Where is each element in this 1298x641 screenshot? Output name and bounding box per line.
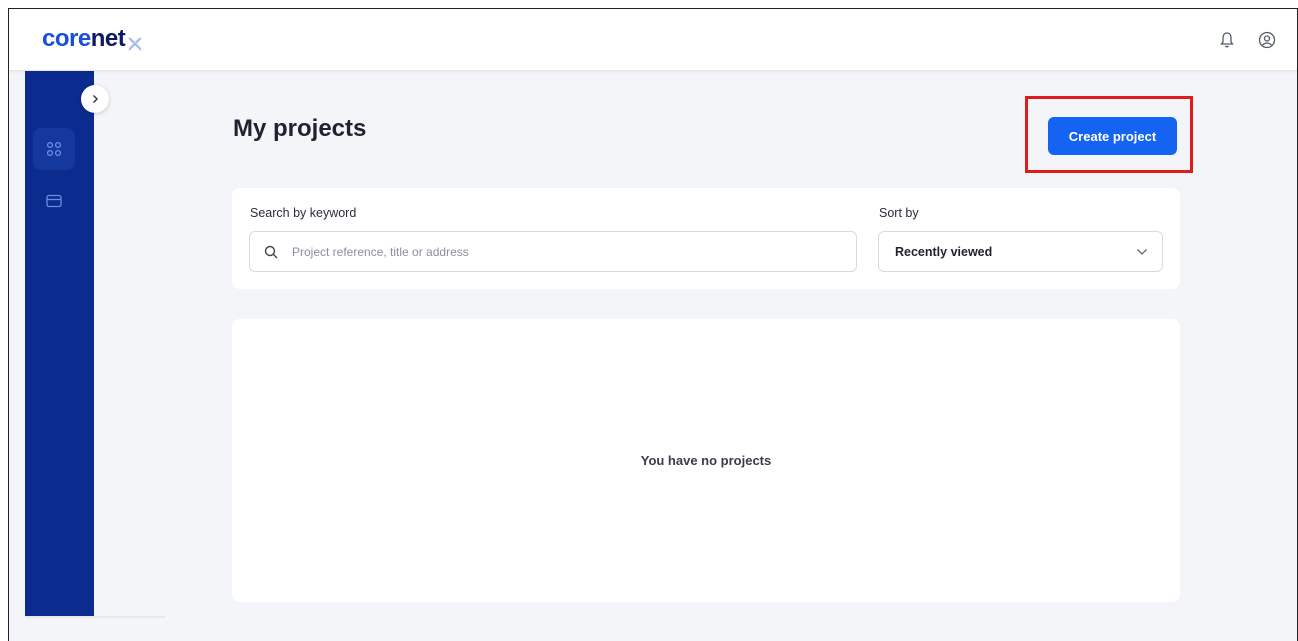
projects-list-empty-state: You have no projects — [232, 319, 1180, 602]
sidebar-toggle-button[interactable] — [81, 85, 109, 113]
bell-icon[interactable] — [1216, 29, 1238, 51]
search-icon — [264, 245, 278, 258]
sidebar-item-payments[interactable] — [33, 180, 75, 222]
top-bar: core net — [9, 9, 1297, 71]
user-circle-icon[interactable] — [1256, 29, 1278, 51]
page-title: My projects — [233, 115, 367, 142]
search-label: Search by keyword — [250, 206, 357, 220]
card-icon — [46, 194, 62, 208]
corenet-logo[interactable]: core net — [42, 25, 143, 53]
grid-icon — [46, 141, 62, 157]
sidebar-bottom-divider — [25, 616, 165, 618]
logo-text-net: net — [90, 25, 126, 52]
sort-select-value: Recently viewed — [895, 244, 993, 259]
search-input[interactable] — [292, 244, 832, 259]
app-window: core net My projects Create project Sear… — [8, 8, 1298, 641]
filter-card: Search by keyword Sort by Recently viewe… — [232, 188, 1180, 289]
chevron-down-icon — [1137, 248, 1147, 255]
sort-select[interactable]: Recently viewed — [878, 231, 1163, 272]
logo-x-mark-icon — [127, 31, 143, 51]
sidebar-item-projects[interactable] — [33, 128, 75, 170]
search-field[interactable] — [249, 231, 857, 272]
empty-state-message: You have no projects — [640, 453, 772, 468]
main-area: My projects Create project Search by key… — [9, 71, 1297, 641]
logo-text-core: core — [42, 25, 91, 52]
create-project-button[interactable]: Create project — [1048, 117, 1177, 155]
sort-label: Sort by — [879, 206, 919, 220]
sidebar — [25, 71, 94, 616]
chevron-right-icon — [93, 95, 98, 103]
